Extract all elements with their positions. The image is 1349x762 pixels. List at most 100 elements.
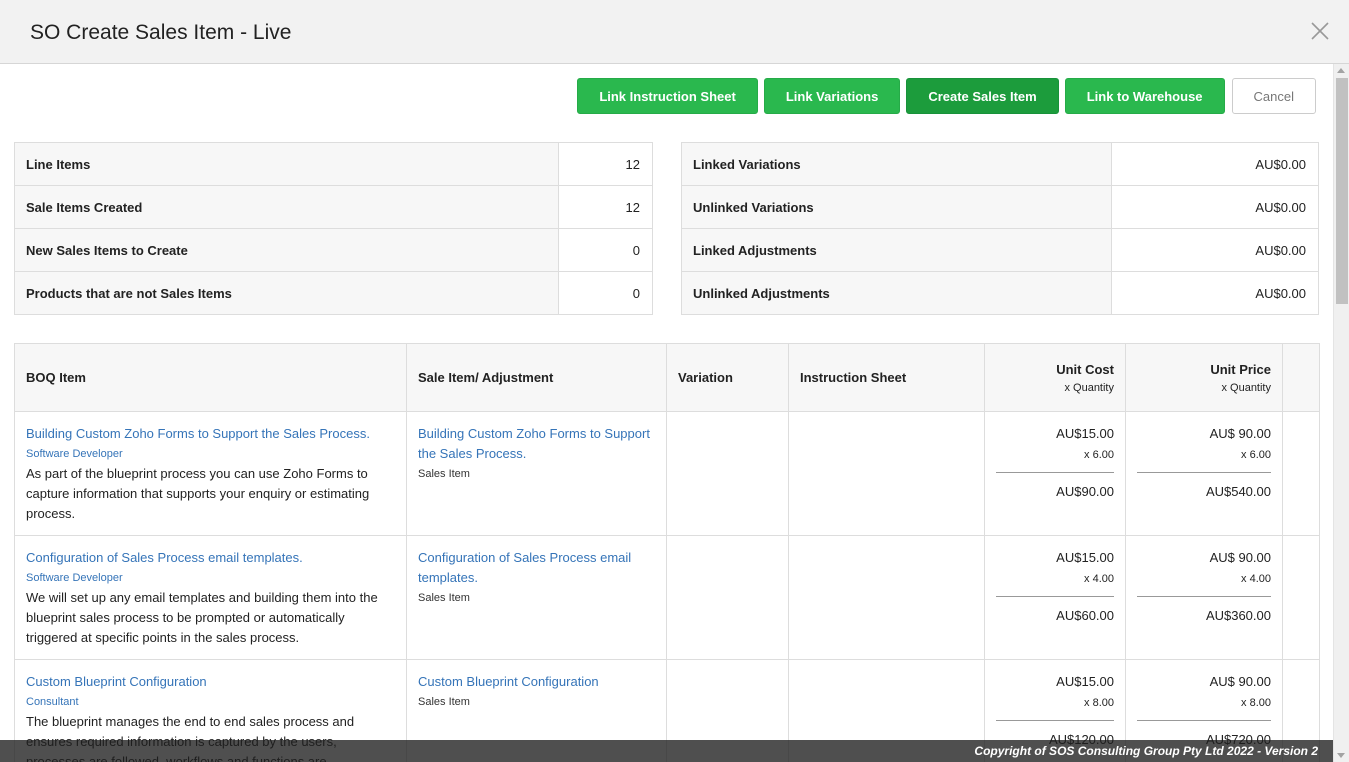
actions-cell	[1282, 411, 1320, 536]
variations-summary: Linked Variations AU$0.00 Unlinked Varia…	[681, 142, 1319, 315]
header-boq-item: BOQ Item	[14, 343, 407, 412]
cost-quantity: x 4.00	[1084, 573, 1114, 585]
header-unit-price: Unit Price x Quantity	[1125, 343, 1283, 412]
unit-price-cell: AU$ 90.00 x 6.00 AU$540.00	[1125, 411, 1283, 536]
divider	[996, 472, 1114, 473]
summary-row: Unlinked Adjustments AU$0.00	[681, 271, 1319, 315]
unit-cost-cell: AU$15.00 x 4.00 AU$60.00	[984, 535, 1126, 660]
divider	[996, 596, 1114, 597]
sale-item-cell: Configuration of Sales Process email tem…	[406, 535, 667, 660]
boq-description: As part of the blueprint process you can…	[26, 466, 370, 521]
sale-item-link[interactable]: Custom Blueprint Configuration	[418, 672, 655, 692]
summary-value: 0	[558, 271, 653, 315]
quantity-sublabel: x Quantity	[1221, 381, 1271, 394]
summary-row: Line Items 12	[14, 142, 653, 186]
sale-item-cell: Building Custom Zoho Forms to Support th…	[406, 411, 667, 536]
divider	[996, 720, 1114, 721]
variation-cell	[666, 411, 789, 536]
modal-body: Link Instruction Sheet Link Variations C…	[0, 64, 1333, 762]
sale-item-type: Sales Item	[418, 696, 470, 708]
create-sales-item-button[interactable]: Create Sales Item	[906, 78, 1059, 114]
summary-label: New Sales Items to Create	[14, 228, 559, 272]
header-unit-cost: Unit Cost x Quantity	[984, 343, 1126, 412]
boq-role: Software Developer	[26, 448, 123, 460]
link-variations-button[interactable]: Link Variations	[763, 78, 901, 114]
unit-price: AU$ 90.00	[1209, 426, 1271, 441]
boq-description: We will set up any email templates and b…	[26, 590, 378, 645]
boq-items-table: BOQ Item Sale Item/ Adjustment Variation…	[14, 343, 1320, 762]
instruction-sheet-cell	[788, 535, 985, 660]
quantity-sublabel: x Quantity	[1064, 381, 1114, 394]
summary-value: 12	[558, 185, 653, 229]
cost-total: AU$60.00	[1056, 608, 1114, 623]
scrollbar-thumb[interactable]	[1336, 78, 1348, 304]
summary-value: AU$0.00	[1111, 271, 1319, 315]
unit-price: AU$ 90.00	[1209, 550, 1271, 565]
modal-header: SO Create Sales Item - Live	[0, 0, 1349, 64]
table-row: Building Custom Zoho Forms to Support th…	[14, 411, 1320, 536]
summary-row: Products that are not Sales Items 0	[14, 271, 653, 315]
summary-value: 0	[558, 228, 653, 272]
summary-label: Products that are not Sales Items	[14, 271, 559, 315]
cancel-button[interactable]: Cancel	[1231, 78, 1316, 114]
header-sale-item: Sale Item/ Adjustment	[406, 343, 667, 412]
summary-label: Unlinked Adjustments	[681, 271, 1112, 315]
scroll-up-arrow-icon[interactable]	[1337, 68, 1345, 73]
boq-role: Software Developer	[26, 572, 123, 584]
vertical-scrollbar[interactable]	[1333, 64, 1349, 762]
unit-cost: AU$15.00	[1056, 550, 1114, 565]
modal-title: SO Create Sales Item - Live	[30, 21, 292, 44]
table-row: Configuration of Sales Process email tem…	[14, 535, 1320, 660]
price-total: AU$540.00	[1205, 484, 1271, 499]
table-header-row: BOQ Item Sale Item/ Adjustment Variation…	[14, 343, 1320, 412]
link-to-warehouse-button[interactable]: Link to Warehouse	[1064, 78, 1225, 114]
copyright-footer: Copyright of SOS Consulting Group Pty Lt…	[0, 740, 1333, 762]
summary-row: Sale Items Created 12	[14, 185, 653, 229]
boq-item-link[interactable]: Configuration of Sales Process email tem…	[26, 548, 395, 568]
summary-value: 12	[558, 142, 653, 186]
summary-label: Linked Variations	[681, 142, 1112, 186]
unit-price-cell: AU$ 90.00 x 4.00 AU$360.00	[1125, 535, 1283, 660]
cost-quantity: x 6.00	[1084, 449, 1114, 461]
actions-cell	[1282, 535, 1320, 660]
boq-item-link[interactable]: Building Custom Zoho Forms to Support th…	[26, 424, 395, 444]
unit-cost-label: Unit Cost	[1056, 361, 1114, 377]
unit-cost: AU$15.00	[1056, 674, 1114, 689]
header-instruction-sheet: Instruction Sheet	[788, 343, 985, 412]
summary-row: Linked Adjustments AU$0.00	[681, 228, 1319, 272]
price-quantity: x 6.00	[1241, 449, 1271, 461]
instruction-sheet-cell	[788, 411, 985, 536]
header-actions	[1282, 343, 1320, 412]
scroll-down-arrow-icon[interactable]	[1337, 753, 1345, 758]
boq-role: Consultant	[26, 696, 79, 708]
price-quantity: x 8.00	[1241, 697, 1271, 709]
summary-row: New Sales Items to Create 0	[14, 228, 653, 272]
variation-cell	[666, 535, 789, 660]
sale-item-link[interactable]: Building Custom Zoho Forms to Support th…	[418, 424, 655, 464]
summary-value: AU$0.00	[1111, 185, 1319, 229]
boq-cell: Building Custom Zoho Forms to Support th…	[14, 411, 407, 536]
summary-row: Unlinked Variations AU$0.00	[681, 185, 1319, 229]
cost-total: AU$90.00	[1056, 484, 1114, 499]
summary-label: Sale Items Created	[14, 185, 559, 229]
boq-cell: Configuration of Sales Process email tem…	[14, 535, 407, 660]
unit-price: AU$ 90.00	[1209, 674, 1271, 689]
close-icon[interactable]	[1309, 20, 1331, 42]
price-quantity: x 4.00	[1241, 573, 1271, 585]
cost-quantity: x 8.00	[1084, 697, 1114, 709]
divider	[1137, 596, 1271, 597]
boq-item-link[interactable]: Custom Blueprint Configuration	[26, 672, 395, 692]
summary-row: Linked Variations AU$0.00	[681, 142, 1319, 186]
sale-item-type: Sales Item	[418, 592, 470, 604]
sale-item-link[interactable]: Configuration of Sales Process email tem…	[418, 548, 655, 588]
link-instruction-sheet-button[interactable]: Link Instruction Sheet	[577, 78, 758, 114]
sale-item-type: Sales Item	[418, 468, 470, 480]
price-total: AU$360.00	[1205, 608, 1271, 623]
summary-value: AU$0.00	[1111, 228, 1319, 272]
unit-price-label: Unit Price	[1210, 361, 1271, 377]
action-toolbar: Link Instruction Sheet Link Variations C…	[577, 78, 1316, 114]
summary-value: AU$0.00	[1111, 142, 1319, 186]
divider	[1137, 720, 1271, 721]
summary-label: Line Items	[14, 142, 559, 186]
header-variation: Variation	[666, 343, 789, 412]
